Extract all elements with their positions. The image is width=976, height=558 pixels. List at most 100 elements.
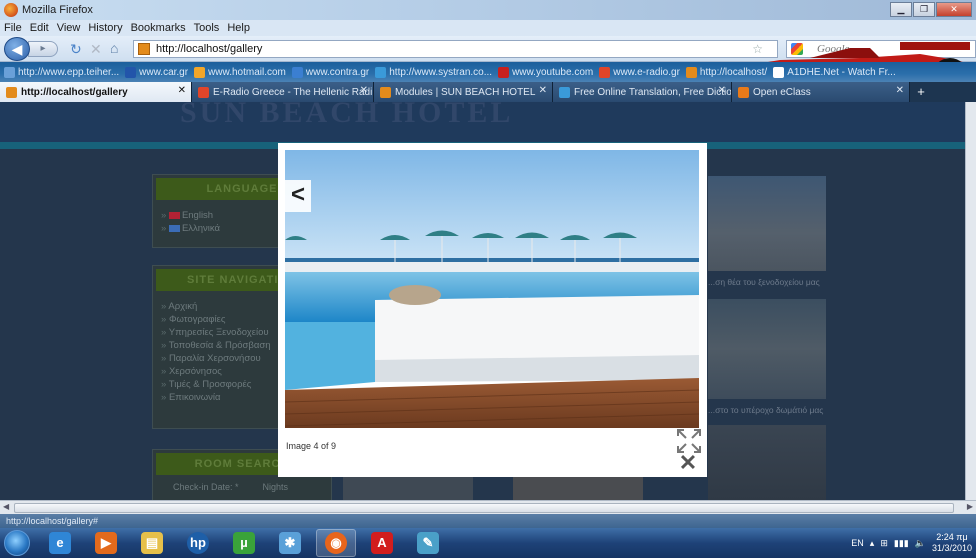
folder-icon: ▤: [141, 532, 163, 554]
tab-close-icon[interactable]: ✕: [178, 85, 186, 96]
tab-close-icon[interactable]: ✕: [896, 85, 904, 96]
taskbar-explorer[interactable]: ▤: [132, 529, 172, 557]
network-icon: ✱: [279, 532, 301, 554]
tab-favicon-icon: [559, 86, 570, 98]
horizontal-scrollbar[interactable]: ◀ ▶: [0, 500, 976, 514]
gallery-thumbnail[interactable]: [708, 425, 826, 500]
language-indicator[interactable]: EN: [851, 538, 864, 548]
window-titlebar: Mozilla Firefox ▁ ❐ ✕: [0, 0, 976, 20]
bookmarks-toolbar: http://www.epp.teiher... www.car.gr www.…: [0, 62, 976, 82]
menu-bookmarks[interactable]: Bookmarks: [131, 22, 186, 34]
signal-icon[interactable]: ▮▮▮: [894, 538, 909, 549]
close-lightbox-button[interactable]: ✕: [678, 452, 698, 474]
menu-edit[interactable]: Edit: [30, 22, 49, 34]
gallery-thumbnail[interactable]: [513, 475, 643, 500]
menu-history[interactable]: History: [88, 22, 122, 34]
window-title: Mozilla Firefox: [22, 4, 93, 16]
site-favicon: [138, 43, 150, 55]
tab-close-icon[interactable]: ✕: [718, 85, 726, 96]
bookmark-favicon-icon: [194, 66, 206, 78]
url-input[interactable]: [156, 42, 736, 56]
greek-flag-icon: [168, 224, 180, 232]
bookmark-item[interactable]: www.hotmail.com: [194, 66, 286, 78]
menu-help[interactable]: Help: [227, 22, 250, 34]
bookmark-favicon-icon: [291, 66, 303, 78]
taskbar-firefox[interactable]: ◉: [316, 529, 356, 557]
tab-open-eclass[interactable]: Open eClass ✕: [732, 82, 910, 102]
bookmark-item[interactable]: www.youtube.com: [498, 66, 593, 78]
gallery-thumbnail[interactable]: [708, 299, 826, 399]
bookmark-item[interactable]: www.car.gr: [125, 66, 188, 78]
menu-view[interactable]: View: [57, 22, 81, 34]
thumbnail-caption: ...στο το υπέροχο δωμάτιό μας: [708, 405, 824, 415]
image-counter: Image 4 of 9: [286, 441, 337, 451]
bookmark-favicon-icon: [599, 66, 611, 78]
taskbar-hp[interactable]: hp: [178, 529, 218, 557]
firefox-icon: ◉: [325, 532, 347, 554]
status-bar: http://localhost/gallery#: [0, 514, 976, 528]
taskbar-utorrent[interactable]: µ: [224, 529, 264, 557]
scroll-left-icon[interactable]: ◀: [3, 502, 9, 511]
bookmark-item[interactable]: http://localhost/: [685, 66, 767, 78]
back-button[interactable]: ◀: [4, 37, 30, 61]
clock[interactable]: 2:24 πμ 31/3/2010: [932, 532, 972, 554]
new-tab-button[interactable]: +: [910, 82, 932, 102]
bookmark-item[interactable]: http://www.epp.teiher...: [4, 66, 119, 78]
internet-explorer-icon: e: [49, 532, 71, 554]
bookmark-favicon-icon: [375, 66, 387, 78]
site-title: SUN BEACH HOTEL: [180, 102, 514, 129]
tab-e-radio[interactable]: E-Radio Greece - The Hellenic Radi... ✕: [192, 82, 374, 102]
gallery-thumbnail[interactable]: [343, 475, 473, 500]
vertical-scrollbar[interactable]: [965, 102, 976, 500]
menu-file[interactable]: File: [4, 22, 22, 34]
bookmark-item[interactable]: A1DHE.Net - Watch Fr...: [773, 66, 896, 78]
gallery-thumbnail[interactable]: [708, 176, 826, 271]
bookmark-favicon-icon: [685, 66, 697, 78]
clock-time: 2:24 πμ: [936, 532, 968, 542]
paint-icon: ✎: [417, 532, 439, 554]
taskbar-acrobat[interactable]: A: [362, 529, 402, 557]
stop-icon[interactable]: ✕: [90, 41, 102, 58]
maximize-button[interactable]: ❐: [913, 2, 935, 17]
hp-icon: hp: [187, 532, 209, 554]
address-bar[interactable]: ☆: [133, 40, 778, 58]
tab-translation[interactable]: Free Online Translation, Free Dictio... …: [553, 82, 732, 102]
home-icon[interactable]: ⌂: [110, 40, 118, 56]
tray-expand-icon[interactable]: ▴: [870, 538, 875, 549]
tab-close-icon[interactable]: ✕: [360, 85, 368, 96]
minimize-button[interactable]: ▁: [890, 2, 912, 17]
taskbar-network[interactable]: ✱: [270, 529, 310, 557]
bookmark-favicon-icon: [4, 66, 15, 78]
tab-gallery[interactable]: http://localhost/gallery ✕: [0, 82, 192, 102]
bookmark-item[interactable]: http://www.systran.co...: [375, 66, 492, 78]
menu-tools[interactable]: Tools: [194, 22, 220, 34]
network-tray-icon[interactable]: ⊞: [880, 538, 888, 549]
bookmark-favicon-icon: [773, 66, 785, 78]
bookmark-item[interactable]: www.contra.gr: [291, 66, 369, 78]
taskbar-media-player[interactable]: ▶: [86, 529, 126, 557]
windows-taskbar: e ▶ ▤ hp µ ✱ ◉ A ✎ EN ▴ ⊞ ▮▮▮ 🔈 2:24 πμ …: [0, 528, 976, 558]
window-controls: ▁ ❐ ✕: [890, 2, 972, 18]
tab-favicon-icon: [6, 86, 17, 98]
clock-date: 31/3/2010: [931, 543, 972, 553]
horizontal-scroll-thumb[interactable]: [14, 503, 954, 513]
reload-icon[interactable]: ↻: [70, 41, 82, 58]
tab-modules[interactable]: Modules | SUN BEACH HOTEL ✕: [374, 82, 553, 102]
tab-favicon-icon: [198, 86, 209, 98]
previous-image-button[interactable]: <: [285, 180, 311, 212]
utorrent-icon: µ: [233, 532, 255, 554]
acrobat-icon: A: [371, 532, 393, 554]
scroll-right-icon[interactable]: ▶: [967, 502, 973, 511]
volume-icon[interactable]: 🔈: [915, 538, 926, 549]
thumbnail-caption: ...ση θέα του ξενοδοχείου μας: [708, 277, 820, 287]
youtube-icon: [498, 66, 510, 78]
forward-button[interactable]: ▸: [28, 41, 58, 57]
bookmark-item[interactable]: www.e-radio.gr: [599, 66, 680, 78]
taskbar-paint[interactable]: ✎: [408, 529, 448, 557]
tab-strip: http://localhost/gallery ✕ E-Radio Greec…: [0, 82, 976, 102]
tab-close-icon[interactable]: ✕: [539, 85, 547, 96]
start-button[interactable]: [0, 528, 34, 558]
close-window-button[interactable]: ✕: [936, 2, 972, 17]
taskbar-ie[interactable]: e: [40, 529, 80, 557]
tab-favicon-icon: [380, 86, 391, 98]
